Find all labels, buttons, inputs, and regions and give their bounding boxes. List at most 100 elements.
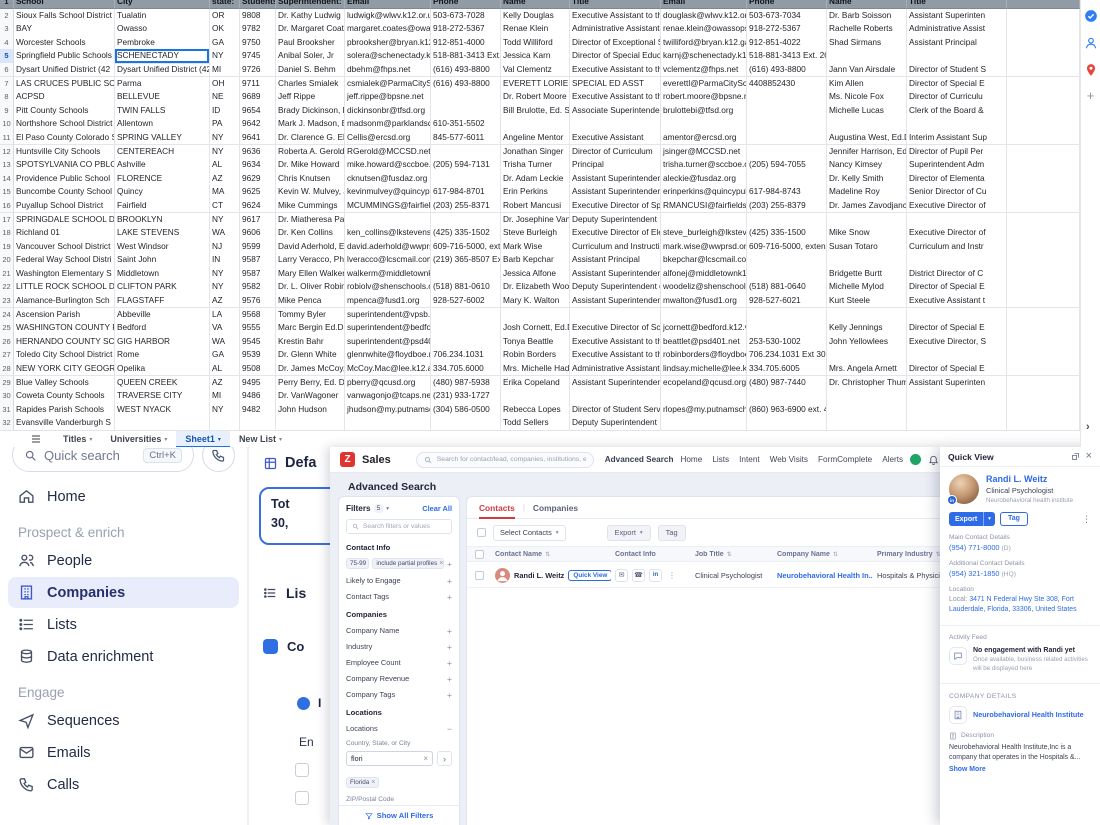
spreadsheet-cell[interactable]: John Yellowlees xyxy=(827,335,907,349)
spreadsheet-cell[interactable]: solera@schenectady.k12. xyxy=(345,49,431,63)
filter-employee-count[interactable]: Employee Count+ xyxy=(346,658,452,667)
spreadsheet-cell[interactable]: Executive Director of xyxy=(907,199,1007,213)
row-number[interactable]: 3 xyxy=(0,22,14,36)
spreadsheet-cell[interactable]: Dr. James McCoy, Ed.D. xyxy=(276,362,345,376)
row-number[interactable]: 11 xyxy=(0,131,14,145)
spreadsheet-cell[interactable]: WA xyxy=(210,335,240,349)
filter-search-input[interactable]: Search filters or values xyxy=(346,519,452,534)
spreadsheet-cell[interactable]: AZ xyxy=(210,172,240,186)
sidebar-item-data-enrichment[interactable]: Data enrichment xyxy=(8,641,239,672)
spreadsheet-cell[interactable]: Dr. Margaret Coates xyxy=(276,22,345,36)
spreadsheet-cell[interactable]: NY xyxy=(210,49,240,63)
user-avatar[interactable] xyxy=(910,454,921,465)
global-search-input[interactable]: Search for contact/lead, companies, inst… xyxy=(416,452,594,468)
spreadsheet-cell[interactable]: (425) 335-1500 xyxy=(747,226,827,240)
spreadsheet-cell[interactable] xyxy=(747,117,827,131)
spreadsheet-cell[interactable]: Shad Sirmans xyxy=(827,36,907,50)
spreadsheet-cell[interactable]: 518-881-3413 Ext. 26036 xyxy=(747,49,827,63)
spreadsheet-cell[interactable] xyxy=(431,335,501,349)
spreadsheet-cell[interactable]: VA xyxy=(210,321,240,335)
tab-contacts[interactable]: Contacts xyxy=(479,497,515,519)
spreadsheet-cell[interactable]: GA xyxy=(210,36,240,50)
spreadsheet-cell[interactable]: LA xyxy=(210,308,240,322)
spreadsheet-cell[interactable]: Abbeville xyxy=(115,308,210,322)
spreadsheet-cell[interactable]: 918-272-5367 xyxy=(747,22,827,36)
select-all-checkbox[interactable] xyxy=(477,528,486,537)
spreadsheet-cell[interactable]: lindsay.michelle@lee.k12. xyxy=(661,362,747,376)
spreadsheet-cell[interactable]: MI xyxy=(210,389,240,403)
spreadsheet-cell[interactable]: BAY xyxy=(14,22,115,36)
spreadsheet-cell[interactable]: 9576 xyxy=(240,294,276,308)
spreadsheet-cell[interactable]: 9624 xyxy=(240,199,276,213)
chevron-down-icon[interactable]: ▾ xyxy=(279,436,282,443)
row-number[interactable]: 2 xyxy=(0,9,14,23)
spreadsheet-cell[interactable]: Jessica Alfone xyxy=(501,267,570,281)
spreadsheet-cell[interactable]: MA xyxy=(210,185,240,199)
spreadsheet-cell[interactable]: TRAVERSE CITY xyxy=(115,389,210,403)
spreadsheet-cell[interactable]: Director of Curriculu xyxy=(907,90,1007,104)
spreadsheet-cell[interactable]: 9539 xyxy=(240,348,276,362)
spreadsheet-cell[interactable]: Executive Assistant to the xyxy=(570,335,661,349)
row-checkbox[interactable] xyxy=(475,571,484,580)
contact-company[interactable]: Neurobehavioral health institute xyxy=(986,497,1073,504)
spreadsheet-cell[interactable]: Dr. James Zavodjancik xyxy=(827,199,907,213)
spreadsheet-cell[interactable] xyxy=(431,104,501,118)
spreadsheet-cell[interactable]: 9508 xyxy=(240,362,276,376)
spreadsheet-cell[interactable]: 9568 xyxy=(240,308,276,322)
spreadsheet-cell[interactable] xyxy=(1007,416,1080,430)
spreadsheet-cell[interactable]: Dysart Unified District (42 xyxy=(115,63,210,77)
spreadsheet-cell[interactable]: Rapides Parish Schools xyxy=(14,403,115,417)
spreadsheet-cell[interactable] xyxy=(431,321,501,335)
spreadsheet-cell[interactable]: 503-673-7034 xyxy=(747,9,827,23)
spreadsheet-cell[interactable] xyxy=(1007,22,1080,36)
spreadsheet-cell[interactable]: Trisha Turner xyxy=(501,158,570,172)
spreadsheet-cell[interactable]: Interim Assistant Sup xyxy=(907,131,1007,145)
chevron-down-icon[interactable]: ▾ xyxy=(164,436,167,443)
spreadsheet-cell[interactable]: Mark Wise xyxy=(501,240,570,254)
spreadsheet-cell[interactable]: Pitt County Schools xyxy=(14,104,115,118)
row-number[interactable]: 16 xyxy=(0,199,14,213)
spreadsheet-cell[interactable]: mpenca@fusd1.org xyxy=(345,294,431,308)
spreadsheet-cell[interactable] xyxy=(1007,213,1080,227)
spreadsheet-cell[interactable] xyxy=(431,213,501,227)
tag-button[interactable]: Tag xyxy=(1000,512,1028,526)
contact-name-link[interactable]: Randi L. Weitz xyxy=(986,474,1073,484)
spreadsheet-cell[interactable]: HERNANDO COUNTY SCH xyxy=(14,335,115,349)
spreadsheet-cell[interactable]: (860) 963-6900 ext. 4019 xyxy=(747,403,827,417)
spreadsheet-cell[interactable]: 9711 xyxy=(240,77,276,91)
spreadsheet-cell[interactable]: Director of Special Educat xyxy=(570,49,661,63)
spreadsheet-cell[interactable] xyxy=(1007,294,1080,308)
spreadsheet-cell[interactable]: Assistant Superinten xyxy=(907,9,1007,23)
tag-button[interactable]: Tag xyxy=(658,525,686,541)
spreadsheet-cell[interactable]: Dr. Elizabeth Wood xyxy=(501,280,570,294)
spreadsheet-cell[interactable] xyxy=(907,253,1007,267)
spreadsheet-cell[interactable]: Assistant Principal xyxy=(907,36,1007,50)
spreadsheet-cell[interactable]: Steve Burleigh xyxy=(501,226,570,240)
spreadsheet-cell[interactable]: Administrative Assistant t xyxy=(570,362,661,376)
spreadsheet-cell[interactable]: NY xyxy=(210,213,240,227)
spreadsheet-cell[interactable]: Kim Allen xyxy=(827,77,907,91)
spreadsheet-cell[interactable]: ID xyxy=(210,104,240,118)
spreadsheet-cell[interactable] xyxy=(1007,226,1080,240)
spreadsheet-cell[interactable]: AL xyxy=(210,362,240,376)
spreadsheet-cell[interactable]: 706.234.1031 xyxy=(431,348,501,362)
spreadsheet-cell[interactable] xyxy=(570,308,661,322)
contact-row[interactable]: Randi L. Weitz Quick View ✉ ☎ in ⋮ Clini… xyxy=(467,562,940,588)
spreadsheet-cell[interactable]: dbehm@fhps.net xyxy=(345,63,431,77)
clear-input-icon[interactable]: × xyxy=(423,754,428,763)
spreadsheet-cell[interactable]: Dr. Kelly Smith xyxy=(827,172,907,186)
spreadsheet-cell[interactable]: Renae Klein xyxy=(501,22,570,36)
nav-formcomplete[interactable]: FormComplete xyxy=(818,455,872,464)
spreadsheet-cell[interactable]: Michelle Lucas xyxy=(827,104,907,118)
spreadsheet-cell[interactable]: Kurt Steele xyxy=(827,294,907,308)
spreadsheet-cell[interactable] xyxy=(1007,172,1080,186)
spreadsheet-cell[interactable]: 334.705.6005 xyxy=(747,362,827,376)
nav-intent[interactable]: Intent xyxy=(739,455,760,464)
spreadsheet-cell[interactable]: Fairfield xyxy=(115,199,210,213)
submit-location-icon[interactable]: › xyxy=(437,751,452,766)
spreadsheet-cell[interactable]: Pembroke xyxy=(115,36,210,50)
spreadsheet-cell[interactable]: Tommy Byler xyxy=(276,308,345,322)
contact-name-link[interactable]: Randi L. Weitz xyxy=(514,571,564,580)
row-number[interactable]: 20 xyxy=(0,253,14,267)
spreadsheet-cell[interactable]: Dr. Miatheresa Pate xyxy=(276,213,345,227)
